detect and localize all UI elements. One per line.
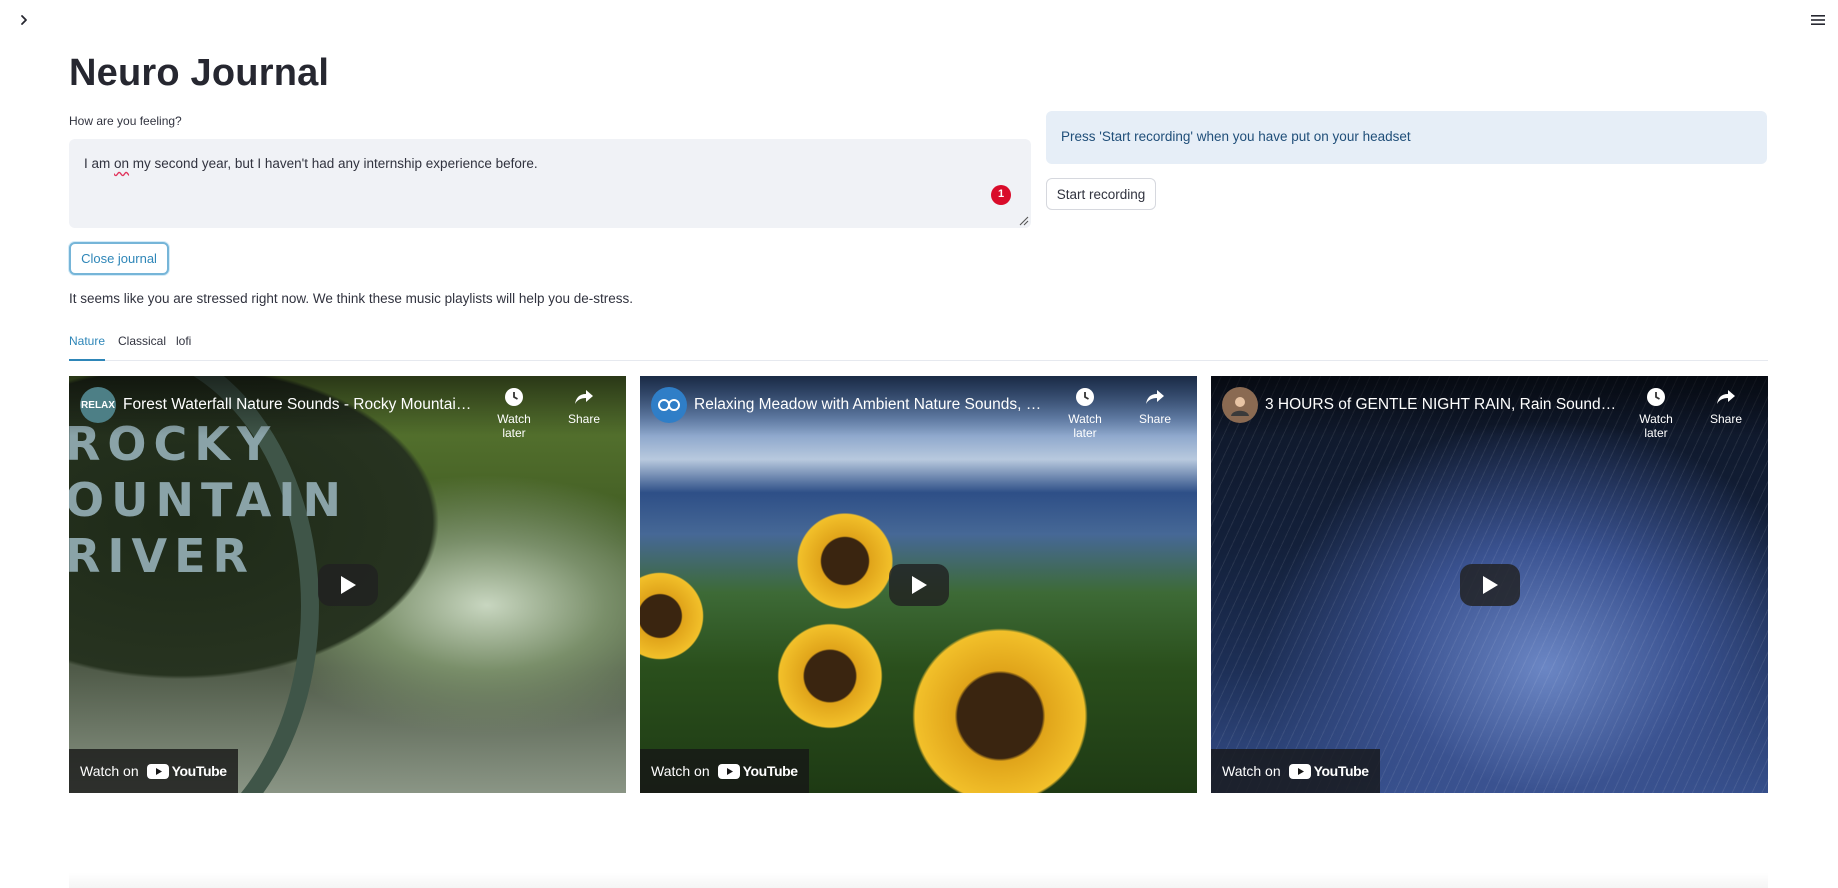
youtube-play-icon <box>146 763 169 779</box>
tab-lofi[interactable]: lofi <box>176 333 191 361</box>
main-menu-button[interactable] <box>1806 8 1830 32</box>
share-icon <box>1146 390 1164 404</box>
hamburger-menu-icon <box>1811 15 1825 25</box>
thumbnail-overlay-line: OUNTAIN <box>69 473 339 527</box>
watch-later-button[interactable]: Watch later <box>1055 386 1115 440</box>
stress-message: It seems like you are stressed right now… <box>69 291 633 306</box>
video-embed-forest-waterfall[interactable]: ROCKY OUNTAIN RIVER RELAX Forest Waterfa… <box>69 376 626 793</box>
channel-avatar[interactable] <box>651 387 687 423</box>
journal-text[interactable]: I am on my second year, but I haven't ha… <box>84 155 1016 174</box>
watch-later-label: Watch later <box>497 412 531 440</box>
sidebar-toggle-button[interactable] <box>12 8 36 32</box>
share-label: Share <box>1709 412 1743 426</box>
clock-icon <box>1076 388 1094 406</box>
feeling-input-label: How are you feeling? <box>69 114 182 128</box>
watch-on-label: Watch on <box>1222 763 1281 779</box>
share-button[interactable]: Share <box>554 386 614 426</box>
clock-icon <box>505 388 523 406</box>
owl-logo-icon <box>658 399 680 411</box>
youtube-play-icon <box>1288 763 1311 779</box>
tab-nature[interactable]: Nature <box>69 333 106 361</box>
share-label: Share <box>1138 412 1172 426</box>
bottom-shadow <box>69 872 1768 888</box>
play-button[interactable] <box>318 564 378 606</box>
share-label: Share <box>567 412 601 426</box>
recording-info-alert: Press 'Start recording' when you have pu… <box>1046 111 1767 164</box>
thumbnail-overlay-text: ROCKY OUNTAIN RIVER <box>69 416 339 584</box>
person-avatar-icon <box>1231 397 1249 416</box>
youtube-logo: YouTube <box>1288 763 1369 779</box>
sunflower-shape <box>770 616 890 736</box>
video-embed-night-rain[interactable]: 3 HOURS of GENTLE NIGHT RAIN, Rain Sound… <box>1211 376 1768 793</box>
watch-on-youtube-link[interactable]: Watch on YouTube <box>640 749 809 793</box>
sunflower-shape <box>790 506 900 616</box>
video-embed-meadow[interactable]: Relaxing Meadow with Ambient Nature Soun… <box>640 376 1197 793</box>
youtube-play-icon <box>717 763 740 779</box>
video-grid: ROCKY OUNTAIN RIVER RELAX Forest Waterfa… <box>69 376 1768 793</box>
chevron-right-icon <box>21 15 27 25</box>
share-icon <box>1717 390 1735 404</box>
youtube-logo: YouTube <box>717 763 798 779</box>
spellcheck-word[interactable]: on <box>114 156 129 171</box>
video-title[interactable]: Relaxing Meadow with Ambient Nature Soun… <box>694 396 1049 414</box>
watch-later-button[interactable]: Watch later <box>484 386 544 440</box>
tab-classical[interactable]: Classical <box>118 333 166 361</box>
sunflower-shape <box>900 616 1100 793</box>
play-icon <box>341 576 356 594</box>
video-title[interactable]: Forest Waterfall Nature Sounds - Rocky M… <box>123 396 478 414</box>
channel-avatar[interactable]: RELAX <box>80 387 116 423</box>
watch-later-label: Watch later <box>1068 412 1102 440</box>
playlist-tabs: Nature Classical lofi <box>69 333 1768 361</box>
share-button[interactable]: Share <box>1696 386 1756 426</box>
watch-later-button[interactable]: Watch later <box>1626 386 1686 440</box>
clock-icon <box>1647 388 1665 406</box>
youtube-wordmark: YouTube <box>742 763 798 779</box>
video-title[interactable]: 3 HOURS of GENTLE NIGHT RAIN, Rain Sound… <box>1265 396 1620 414</box>
youtube-wordmark: YouTube <box>1313 763 1369 779</box>
watch-on-label: Watch on <box>651 763 710 779</box>
play-button[interactable] <box>889 564 949 606</box>
watch-on-label: Watch on <box>80 763 139 779</box>
watch-later-label: Watch later <box>1639 412 1673 440</box>
channel-avatar[interactable] <box>1222 387 1258 423</box>
play-icon <box>1483 576 1498 594</box>
share-icon <box>575 390 593 404</box>
start-recording-button[interactable]: Start recording <box>1046 178 1156 210</box>
thumbnail-overlay-line: RIVER <box>69 529 255 583</box>
close-journal-button[interactable]: Close journal <box>69 242 169 275</box>
journal-text-part-1: I am <box>84 156 115 171</box>
youtube-logo: YouTube <box>146 763 227 779</box>
page-title: Neuro Journal <box>69 52 330 94</box>
watch-on-youtube-link[interactable]: Watch on YouTube <box>1211 749 1380 793</box>
journal-textarea[interactable]: I am on my second year, but I haven't ha… <box>69 139 1031 228</box>
play-icon <box>912 576 927 594</box>
resize-handle-icon[interactable] <box>1017 214 1029 226</box>
journal-text-part-2: my second year, but I haven't had any in… <box>129 156 538 171</box>
grammar-issue-badge[interactable]: 1 <box>991 185 1011 205</box>
share-button[interactable]: Share <box>1125 386 1185 426</box>
play-button[interactable] <box>1460 564 1520 606</box>
watch-on-youtube-link[interactable]: Watch on YouTube <box>69 749 238 793</box>
sunflower-shape <box>640 566 710 666</box>
youtube-wordmark: YouTube <box>171 763 227 779</box>
